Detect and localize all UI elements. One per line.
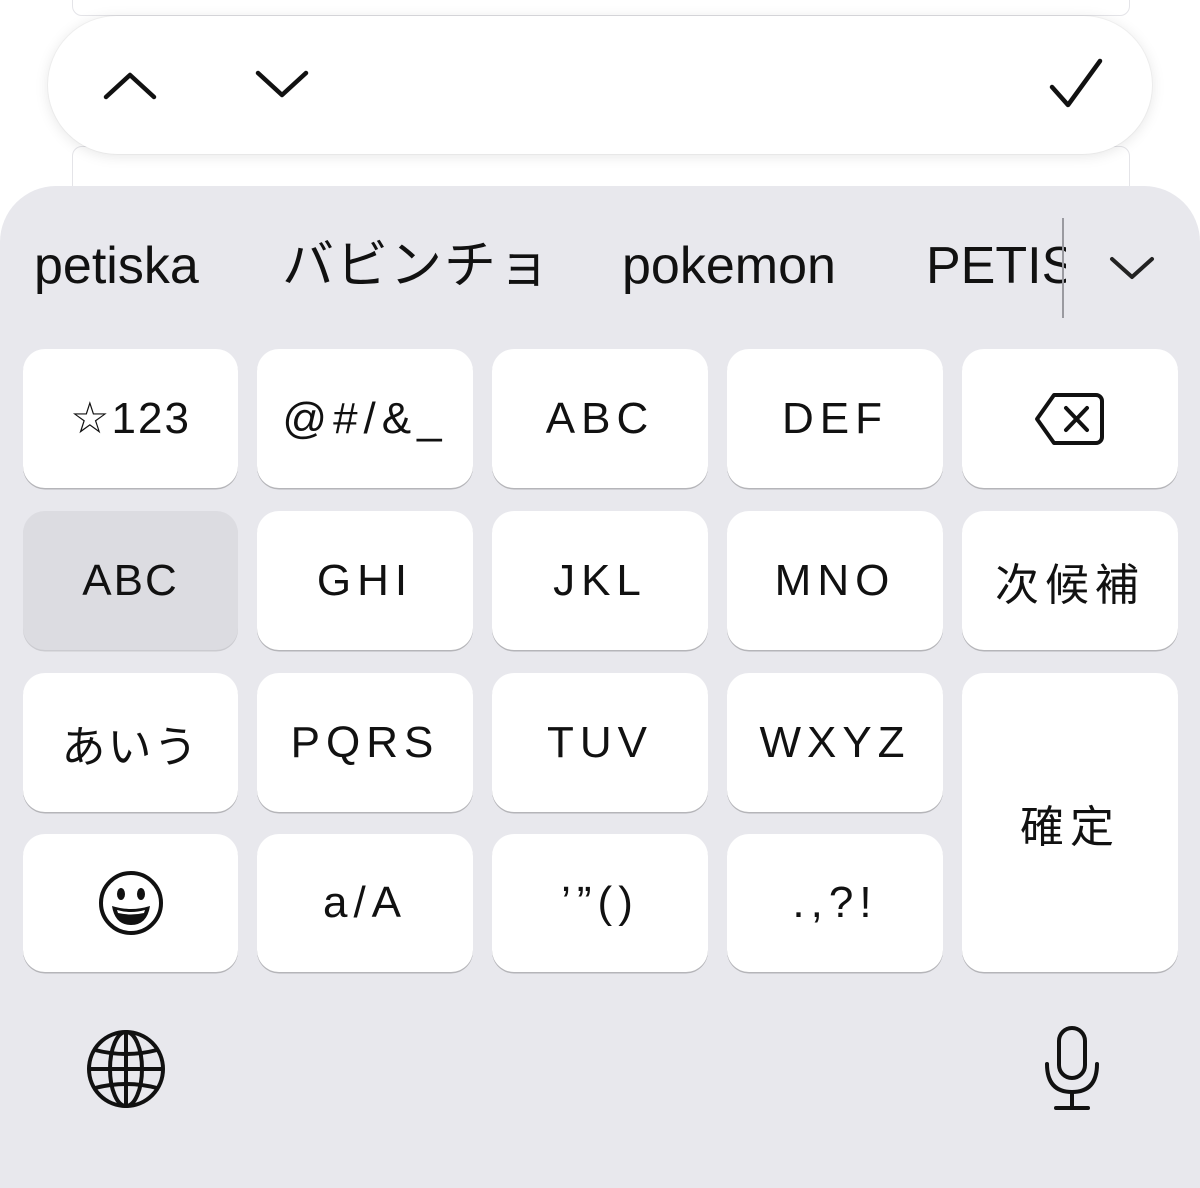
candidate-item[interactable]: バビンチョ bbox=[282, 234, 552, 298]
mno-key[interactable]: MNO bbox=[727, 511, 943, 650]
key-label: WXYZ bbox=[759, 717, 911, 767]
input-accessory-toolbar bbox=[48, 16, 1152, 154]
hiragana-mode-key[interactable]: あいう bbox=[23, 673, 238, 812]
keyboard: petiska バビンチョ pokemon PETISKA ☆123 @#/&_… bbox=[0, 186, 1200, 1188]
emoji-face-icon bbox=[98, 871, 163, 935]
globe-icon bbox=[87, 1030, 165, 1108]
key-label: ABC bbox=[545, 393, 655, 443]
candidate-bar: petiska バビンチョ pokemon PETISKA bbox=[0, 206, 1200, 326]
screen: petiska バビンチョ pokemon PETISKA ☆123 @#/&_… bbox=[0, 0, 1200, 1188]
tuv-key[interactable]: TUV bbox=[492, 673, 708, 812]
key-label: JKL bbox=[553, 555, 647, 605]
symbols-key[interactable]: @#/&_ bbox=[257, 349, 473, 488]
abc-mode-key[interactable]: ABC bbox=[23, 511, 238, 650]
key-label: 確定 bbox=[1020, 802, 1120, 852]
checkmark-icon bbox=[1049, 58, 1103, 108]
emoji-key[interactable] bbox=[23, 834, 238, 972]
chevron-up-icon bbox=[103, 72, 157, 100]
pqrs-key[interactable]: PQRS bbox=[257, 673, 473, 812]
chevron-down-icon bbox=[1110, 257, 1154, 279]
dictation-button[interactable] bbox=[1022, 1019, 1122, 1119]
numbers-mode-key[interactable]: ☆123 bbox=[23, 349, 238, 488]
ghi-key[interactable]: GHI bbox=[257, 511, 473, 650]
key-label: ABC bbox=[82, 555, 179, 605]
candidate-item[interactable]: PETISKA bbox=[926, 234, 1066, 298]
confirm-key[interactable]: 確定 bbox=[962, 673, 1178, 972]
key-label: @#/&_ bbox=[282, 393, 448, 443]
case-toggle-key[interactable]: a/A bbox=[257, 834, 473, 972]
punctuation-key[interactable]: .,?! bbox=[727, 834, 943, 972]
key-label: TUV bbox=[547, 717, 653, 767]
key-label: DEF bbox=[782, 393, 888, 443]
globe-button[interactable] bbox=[76, 1019, 176, 1119]
abc-key[interactable]: ABC bbox=[492, 349, 708, 488]
key-label: a/A bbox=[322, 878, 408, 927]
form-field-above bbox=[72, 0, 1130, 16]
candidate-divider bbox=[1062, 218, 1064, 318]
candidate-item[interactable]: petiska bbox=[34, 234, 199, 298]
key-label: GHI bbox=[316, 555, 414, 605]
previous-field-button[interactable] bbox=[90, 45, 170, 125]
key-label: 次候補 bbox=[995, 560, 1145, 610]
microphone-icon bbox=[1045, 1026, 1099, 1110]
quotes-key[interactable]: ’”() bbox=[492, 834, 708, 972]
key-label: あいう bbox=[61, 722, 200, 772]
jkl-key[interactable]: JKL bbox=[492, 511, 708, 650]
expand-candidates-button[interactable] bbox=[1100, 236, 1164, 300]
next-field-button[interactable] bbox=[242, 45, 322, 125]
delete-backward-icon bbox=[1035, 392, 1104, 445]
def-key[interactable]: DEF bbox=[727, 349, 943, 488]
next-candidate-key[interactable]: 次候補 bbox=[962, 511, 1178, 650]
chevron-down-icon bbox=[255, 70, 309, 98]
key-label: .,?! bbox=[792, 878, 878, 927]
key-label: PQRS bbox=[290, 717, 440, 767]
wxyz-key[interactable]: WXYZ bbox=[727, 673, 943, 812]
candidate-item[interactable]: pokemon bbox=[622, 234, 836, 298]
delete-key[interactable] bbox=[962, 349, 1178, 488]
key-label: ’”() bbox=[561, 878, 639, 927]
key-label: ☆123 bbox=[70, 394, 191, 443]
key-label: MNO bbox=[774, 555, 896, 605]
done-button[interactable] bbox=[1036, 45, 1116, 125]
